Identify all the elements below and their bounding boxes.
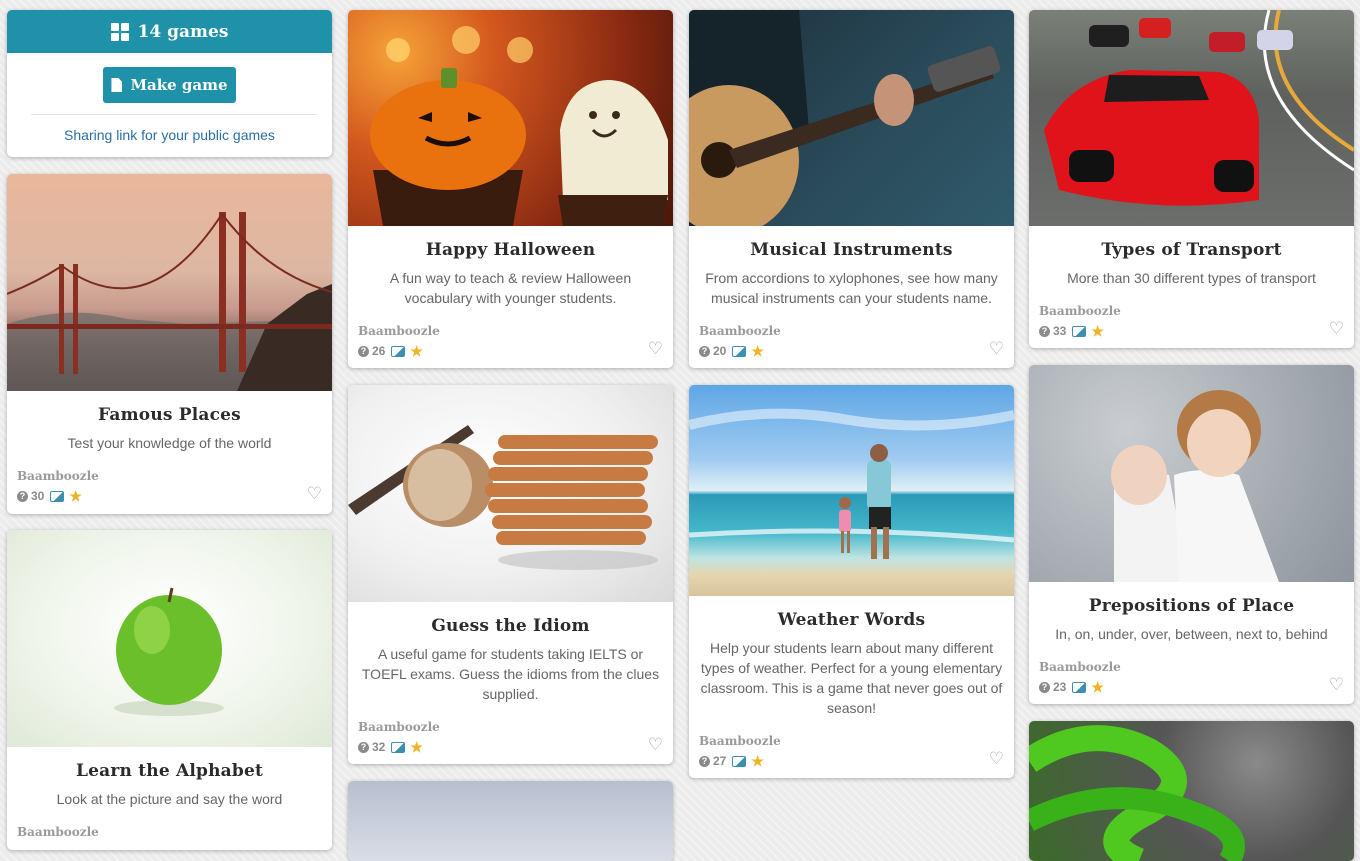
card-author: Baamboozle (17, 469, 99, 483)
card-title: Types of Transport (1101, 240, 1282, 260)
card-description: Look at the picture and say the word (56, 791, 283, 807)
game-card-types-of-transport[interactable]: Types of Transport More than 30 differen… (1029, 10, 1354, 348)
question-count: 33 (1053, 324, 1067, 338)
games-count: 14 games (137, 21, 229, 42)
image-icon (732, 755, 747, 767)
image-icon (1072, 681, 1087, 693)
heart-icon[interactable]: ♡ (648, 339, 663, 359)
grid-icon (110, 22, 129, 41)
heart-icon[interactable]: ♡ (307, 484, 322, 504)
star-icon: ★ (1091, 323, 1104, 339)
card-author: Baamboozle (1039, 660, 1121, 674)
games-count-header: 14 games (7, 10, 332, 53)
question-count: 20 (713, 344, 727, 358)
card-image (348, 781, 673, 861)
card-description: A useful game for students taking IELTS … (361, 646, 660, 702)
game-card-prepositions-of-place[interactable]: Prepositions of Place In, on, under, ove… (1029, 365, 1354, 704)
image-icon (732, 345, 747, 357)
game-card-partial[interactable] (348, 781, 673, 861)
game-card-weather-words[interactable]: Weather Words Help your students learn a… (689, 385, 1014, 778)
golden-gate-bridge-image (7, 174, 332, 391)
question-icon: ? (17, 490, 28, 502)
question-count: 32 (372, 740, 386, 754)
sharing-link[interactable]: Sharing link for your public games (7, 127, 332, 143)
card-description: From accordions to xylophones, see how m… (705, 270, 998, 306)
question-icon: ? (358, 741, 369, 753)
green-snakes-image (1029, 721, 1354, 861)
green-apple-image (7, 530, 332, 747)
card-description: In, on, under, over, between, next to, b… (1055, 626, 1328, 642)
card-author: Baamboozle (358, 720, 440, 734)
question-count: 27 (713, 754, 727, 768)
image-icon (1072, 325, 1087, 337)
game-card-musical-instruments[interactable]: Musical Instruments From accordions to x… (689, 10, 1014, 368)
question-icon: ? (358, 345, 369, 357)
beach-image (689, 385, 1014, 596)
card-title: Learn the Alphabet (75, 761, 264, 781)
card-title: Musical Instruments (750, 240, 953, 260)
question-icon: ? (1039, 681, 1050, 693)
divider (31, 114, 316, 115)
card-author: Baamboozle (358, 324, 440, 338)
card-author: Baamboozle (17, 825, 99, 839)
babies-image (1029, 365, 1354, 582)
question-count: 30 (31, 489, 45, 503)
star-icon: ★ (751, 753, 764, 769)
heart-icon[interactable]: ♡ (1329, 675, 1344, 695)
question-icon: ? (699, 345, 710, 357)
question-icon: ? (699, 755, 710, 767)
race-car-image (1029, 10, 1354, 226)
game-card-happy-halloween[interactable]: Happy Halloween A fun way to teach & rev… (348, 10, 673, 368)
make-game-label: Make game (130, 76, 228, 94)
image-icon (50, 490, 65, 502)
heart-icon[interactable]: ♡ (1329, 319, 1344, 339)
star-icon: ★ (1091, 679, 1104, 695)
game-card-guess-the-idiom[interactable]: Guess the Idiom A useful game for studen… (348, 385, 673, 764)
card-title: Guess the Idiom (431, 616, 590, 636)
image-icon (391, 345, 406, 357)
card-title: Weather Words (777, 610, 926, 630)
image-icon (391, 741, 406, 753)
make-game-button[interactable]: Make game (103, 67, 236, 103)
heart-icon[interactable]: ♡ (989, 749, 1004, 769)
card-author: Baamboozle (1039, 304, 1121, 318)
card-author: Baamboozle (699, 734, 781, 748)
star-icon: ★ (410, 739, 423, 755)
card-description: Test your knowledge of the world (67, 435, 272, 451)
heart-icon[interactable]: ♡ (989, 339, 1004, 359)
question-icon: ? (1039, 325, 1050, 337)
guitar-image (689, 10, 1014, 226)
card-description: Help your students learn about many diff… (700, 640, 1003, 716)
card-title: Prepositions of Place (1088, 596, 1295, 616)
heart-icon[interactable]: ♡ (648, 735, 663, 755)
card-title: Happy Halloween (425, 240, 596, 260)
game-card-snakes[interactable] (1029, 721, 1354, 861)
star-icon: ★ (69, 488, 82, 504)
card-description: More than 30 different types of transpor… (1067, 270, 1316, 286)
game-card-learn-the-alphabet[interactable]: Learn the Alphabet Look at the picture a… (7, 530, 332, 850)
halloween-cupcakes-image (348, 10, 673, 226)
games-panel: 14 games Make game Sharing link for your… (7, 10, 332, 157)
game-card-famous-places[interactable]: Famous Places Test your knowledge of the… (7, 174, 332, 514)
star-icon: ★ (751, 343, 764, 359)
card-author: Baamboozle (699, 324, 781, 338)
card-title: Famous Places (98, 405, 241, 425)
sliced-bread-image (348, 385, 673, 602)
star-icon: ★ (410, 343, 423, 359)
question-count: 26 (372, 344, 386, 358)
card-description: A fun way to teach & review Halloween vo… (389, 270, 632, 306)
file-icon (111, 78, 123, 92)
question-count: 23 (1053, 680, 1067, 694)
